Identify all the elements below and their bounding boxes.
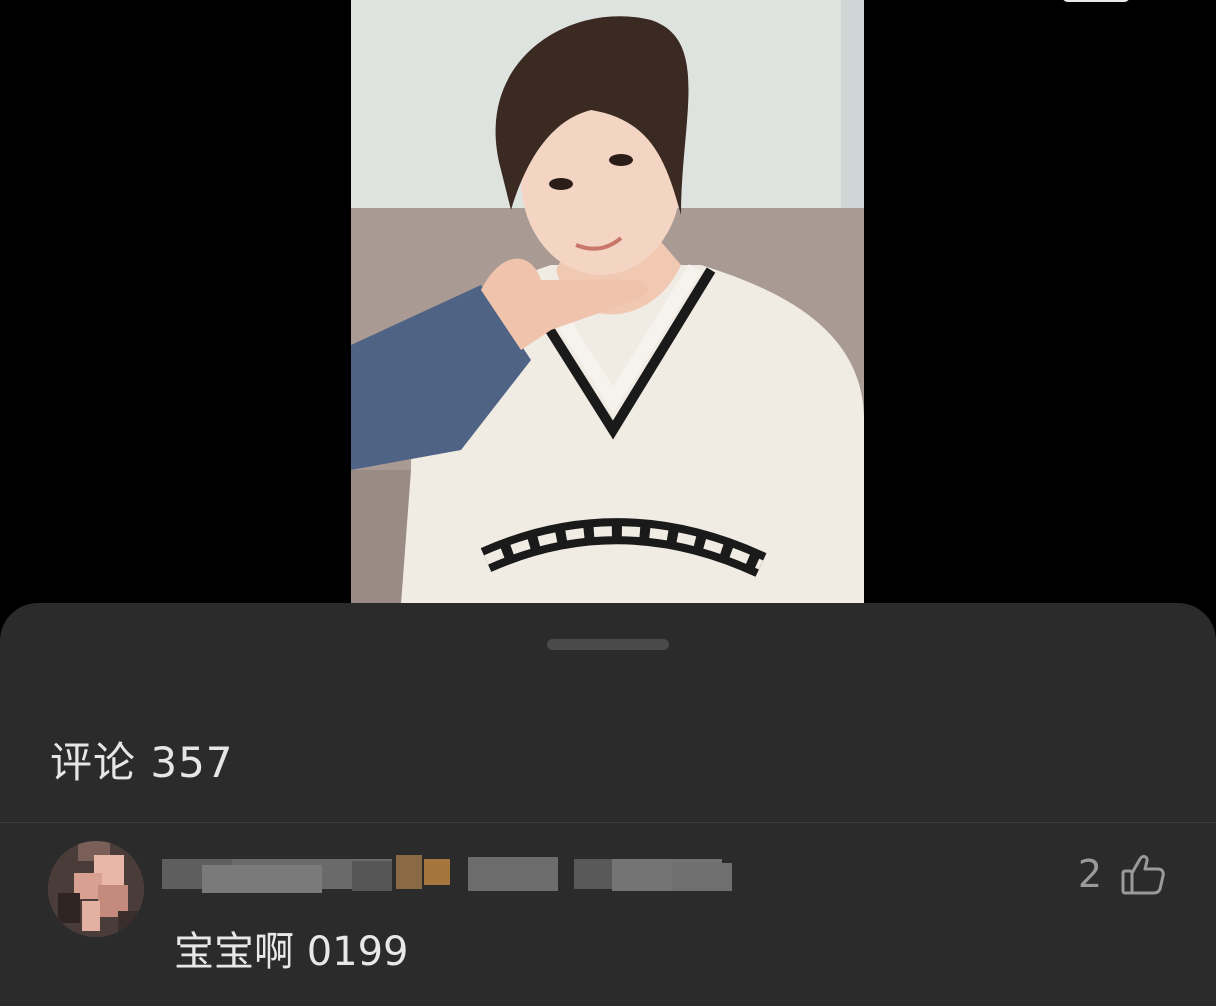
- post-photo: [351, 0, 864, 604]
- post-media[interactable]: [351, 0, 864, 604]
- blurred-username: [162, 855, 732, 893]
- avatar-pixelated-image: [48, 841, 144, 937]
- sheet-drag-handle[interactable]: [547, 639, 669, 650]
- comment-item[interactable]: 宝宝啊 0199 2: [0, 823, 1216, 1006]
- comments-sheet: 评论 357 宝宝啊 0199 2: [0, 603, 1216, 1006]
- avatar[interactable]: [48, 841, 144, 937]
- comments-title: 评论 357: [50, 738, 234, 787]
- thumbs-up-icon[interactable]: [1120, 851, 1166, 897]
- like-count: 2: [1077, 852, 1102, 896]
- status-pill: [1062, 0, 1130, 2]
- like-control[interactable]: 2: [1078, 851, 1166, 897]
- screen: 评论 357 宝宝啊 0199 2: [0, 0, 1216, 1006]
- comment-text: 宝宝啊 0199: [174, 929, 409, 975]
